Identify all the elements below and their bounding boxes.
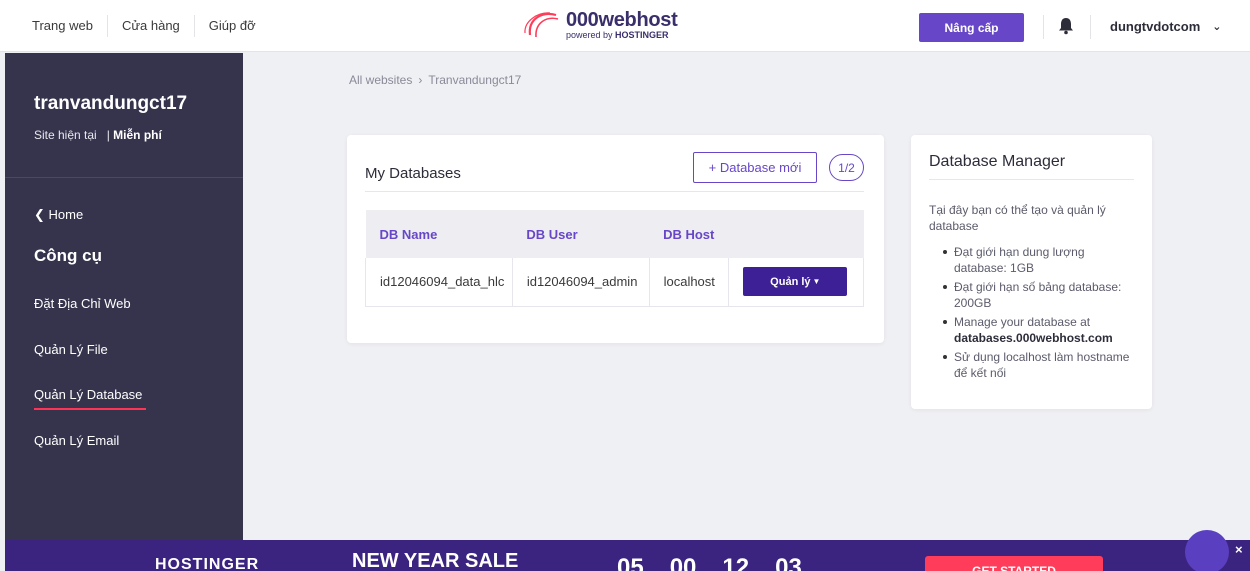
user-name: dungtvdotcom xyxy=(1110,18,1201,34)
breadcrumb-root[interactable]: All websites xyxy=(349,73,412,87)
db-action-cell: Quản lý ▼ xyxy=(728,258,864,307)
countdown-timer: 05 00 12 03 xyxy=(617,554,802,571)
banner-sale-text: NEW YEAR SALE xyxy=(352,550,519,571)
banner-brand: HOSTINGER xyxy=(155,556,260,571)
manager-description: Tại đây bạn có thể tạo và quản lý databa… xyxy=(929,203,1106,233)
new-database-button[interactable]: + Database mới xyxy=(693,152,817,183)
logo-subtext: powered by HOSTINGER xyxy=(566,30,669,40)
database-manager-card: Database Manager Tại đây bạn có thể tạo … xyxy=(911,135,1152,409)
site-status: Site hiện tại xyxy=(34,128,97,142)
sidebar-item-database-manager[interactable]: Quản Lý Database xyxy=(34,387,147,410)
chevron-left-icon: ❮ xyxy=(34,207,49,222)
table-header-row: DB Name DB User DB Host xyxy=(365,210,864,258)
databases-link[interactable]: databases.000webhost.com xyxy=(954,331,1113,345)
close-icon[interactable]: × xyxy=(1235,542,1243,557)
manage-button[interactable]: Quản lý ▼ xyxy=(743,267,848,297)
nav-link-websites[interactable]: Trang web xyxy=(18,15,107,37)
sidebar-item-web-address[interactable]: Đặt Địa Chỉ Web xyxy=(34,296,131,311)
sidebar-divider xyxy=(5,177,243,178)
countdown-hours: 00 xyxy=(669,554,697,571)
logo[interactable]: 000webhost powered by HOSTINGER xyxy=(520,9,678,41)
site-name: tranvandungct17 xyxy=(34,93,188,114)
countdown-seconds: 03 xyxy=(775,554,802,571)
chat-icon[interactable] xyxy=(1185,530,1229,571)
user-menu[interactable]: dungtvdotcom ⌄ xyxy=(1110,0,1221,52)
home-link[interactable]: ❮ Home xyxy=(34,207,83,223)
promo-banner[interactable]: HOSTINGER NEW YEAR SALE 05 00 12 03 GET … xyxy=(5,540,1250,571)
top-divider xyxy=(1090,15,1091,39)
column-header-db-user: DB User xyxy=(512,210,650,258)
breadcrumb-current: Tranvandungct17 xyxy=(428,73,522,87)
nav-link-help[interactable]: Giúp đỡ xyxy=(195,15,270,37)
column-header-db-host: DB Host xyxy=(649,210,729,258)
column-header-actions xyxy=(728,210,864,258)
countdown-minutes: 12 xyxy=(722,554,750,571)
countdown-days: 05 xyxy=(617,554,644,571)
chevron-down-icon: ⌄ xyxy=(1212,20,1222,33)
manager-info-list: Đạt giới hạn dung lượng database: 1GB Đạ… xyxy=(941,244,1139,384)
list-item: Manage your database at databases.000web… xyxy=(941,314,1139,346)
tools-heading: Công cụ xyxy=(34,246,102,265)
top-divider xyxy=(1043,15,1044,39)
db-host-cell: localhost xyxy=(649,258,730,307)
list-item: Sử dụng localhost làm hostname để kết nố… xyxy=(941,349,1139,381)
db-name-cell: id12046094_data_hlc xyxy=(365,258,513,307)
databases-title: My Databases xyxy=(365,165,461,182)
sidebar-item-file-manager[interactable]: Quản Lý File xyxy=(34,342,108,357)
databases-card: My Databases + Database mới 1/2 DB Name … xyxy=(347,135,884,343)
table-row: id12046094_data_hlc id12046094_admin loc… xyxy=(365,258,864,307)
bell-icon[interactable] xyxy=(1058,17,1074,35)
database-count-badge: 1/2 xyxy=(829,154,864,181)
caret-down-icon: ▼ xyxy=(812,277,821,287)
upgrade-button[interactable]: Nâng cấp xyxy=(919,13,1024,42)
card-divider xyxy=(929,179,1134,180)
site-plan: Site hiện tại | Miễn phí xyxy=(34,128,162,142)
sidebar-item-email-manager[interactable]: Quản Lý Email xyxy=(34,433,119,448)
db-user-cell: id12046094_admin xyxy=(512,258,650,307)
top-nav: Trang web Cửa hàng Giúp đỡ xyxy=(18,0,270,52)
logo-swoosh-icon xyxy=(524,12,559,38)
column-header-db-name: DB Name xyxy=(365,210,513,258)
logo-text: 000webhost xyxy=(566,9,678,31)
top-bar: Trang web Cửa hàng Giúp đỡ 000webhost po… xyxy=(0,0,1250,52)
nav-link-store[interactable]: Cửa hàng xyxy=(108,15,194,37)
card-divider xyxy=(365,191,864,192)
databases-table: DB Name DB User DB Host id12046094_data_… xyxy=(365,210,864,307)
manager-title: Database Manager xyxy=(929,153,1066,170)
list-item: Đạt giới hạn dung lượng database: 1GB xyxy=(941,244,1139,276)
chevron-right-icon: › xyxy=(418,73,423,87)
list-item: Đạt giới hạn số bảng database: 200GB xyxy=(941,279,1139,311)
plan-badge: Miễn phí xyxy=(113,128,162,142)
sidebar: tranvandungct17 Site hiện tại | Miễn phí… xyxy=(5,53,243,542)
breadcrumb: All websites › Tranvandungct17 xyxy=(349,73,521,87)
get-started-button[interactable]: GET STARTED xyxy=(925,556,1103,571)
